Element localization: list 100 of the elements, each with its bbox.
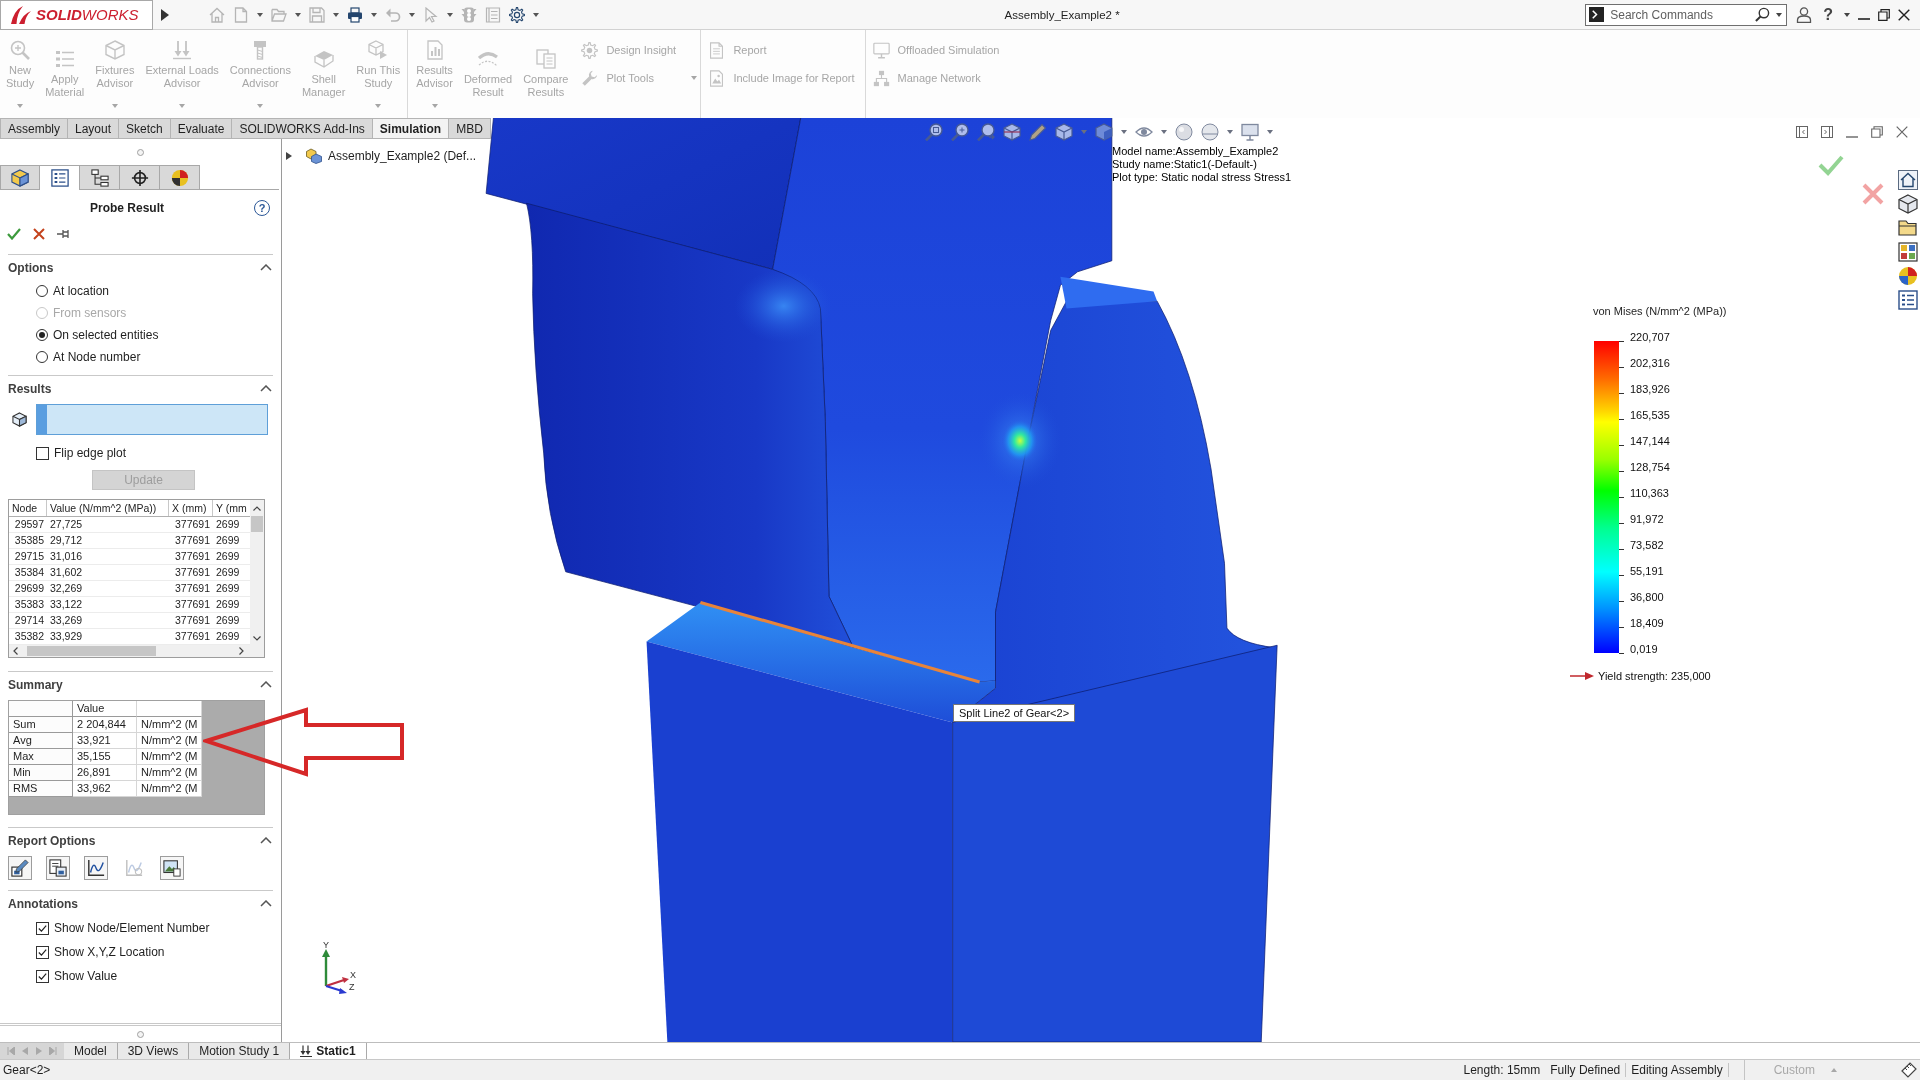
ruler-icon[interactable] [1901, 1062, 1917, 1078]
chevron-up-icon[interactable] [260, 837, 272, 844]
table-cell-text: 377691 [173, 549, 211, 564]
option-label[interactable]: At Node number [53, 350, 141, 364]
checkbox[interactable] [36, 945, 49, 959]
chevron-up-icon[interactable] [260, 264, 272, 271]
option-label[interactable]: At location [53, 284, 110, 298]
scrollbar-thumb[interactable] [27, 646, 156, 656]
expand-triangle-icon[interactable] [286, 152, 292, 160]
resize-handle[interactable] [137, 148, 144, 156]
grid-icon[interactable] [1898, 242, 1918, 262]
checkbox-label[interactable]: Show X,Y,Z Location [54, 945, 165, 959]
list-icon[interactable] [1898, 290, 1918, 310]
command-tab[interactable]: Assembly [0, 118, 68, 139]
chevron-right-icon[interactable] [239, 647, 244, 655]
horizontal-scrollbar[interactable] [9, 645, 264, 657]
search-icon[interactable] [1755, 7, 1771, 22]
command-tab[interactable]: Evaluate [170, 118, 233, 139]
chevron-up-icon[interactable] [260, 385, 272, 392]
checkmark-icon[interactable] [1818, 154, 1844, 176]
magnifier-icon[interactable] [925, 123, 943, 141]
sphere-icon[interactable] [1175, 123, 1193, 141]
push-pin-icon[interactable] [57, 229, 71, 239]
restore-icon[interactable] [1878, 8, 1890, 21]
close-icon[interactable] [1898, 8, 1910, 21]
panel-tab[interactable] [120, 165, 160, 189]
triangle-right-icon[interactable] [161, 8, 169, 21]
report-button[interactable] [84, 856, 108, 880]
monitor-icon[interactable] [1241, 123, 1259, 141]
app-logo[interactable]: SOLIDWORKS [0, 0, 153, 30]
caret-icon[interactable] [1844, 12, 1850, 17]
sphere-icon[interactable] [1201, 123, 1219, 141]
plot-info-text: Plot type: Static nodal stress Stress1 [1112, 171, 1292, 184]
sheet-tab[interactable]: 3D Views [117, 1043, 190, 1059]
chevron-up-icon[interactable] [260, 681, 272, 688]
command-tab[interactable]: Simulation [372, 118, 450, 139]
checkbox-label[interactable]: Show Node/Element Number [54, 921, 210, 935]
panel-tab[interactable] [0, 165, 40, 189]
chevron-up-icon[interactable] [253, 506, 261, 511]
panel-tab[interactable] [80, 165, 120, 189]
command-tab[interactable]: SOLIDWORKS Add-Ins [232, 118, 373, 139]
home-icon[interactable] [1898, 170, 1918, 190]
checkbox[interactable] [36, 446, 49, 460]
checkmark-icon[interactable] [7, 228, 21, 240]
chevron-down-icon[interactable] [253, 636, 261, 641]
checkbox[interactable] [36, 969, 49, 983]
option-label[interactable]: On selected entities [53, 328, 159, 342]
printer-icon[interactable] [347, 6, 363, 23]
command-tab[interactable]: Layout [68, 118, 120, 139]
cube-icon[interactable] [1898, 194, 1918, 214]
column-header[interactable]: X (mm) [169, 500, 213, 516]
column-header[interactable]: Value (N/mm^2 (MPa)) [47, 500, 169, 516]
panel-right-icon[interactable] [1821, 126, 1833, 138]
folder-icon[interactable] [1898, 218, 1918, 238]
caret-icon[interactable] [1161, 130, 1167, 134]
color-sphere-icon[interactable] [1898, 266, 1918, 286]
report-button[interactable] [46, 856, 70, 880]
user-icon[interactable] [1796, 6, 1813, 23]
chevron-left-icon[interactable] [13, 647, 18, 655]
cross-icon[interactable] [33, 228, 45, 240]
radio-button[interactable] [36, 329, 48, 341]
tree-item[interactable]: Assembly_Example2 (Def... [328, 149, 477, 163]
command-tab[interactable]: Sketch [119, 118, 171, 139]
panel-tab[interactable] [160, 165, 200, 189]
pencil-icon[interactable] [1029, 123, 1047, 141]
caret-icon[interactable] [1776, 12, 1783, 17]
radio-button[interactable] [36, 285, 48, 297]
magnifier-icon[interactable] [951, 123, 969, 141]
chevron-up-icon[interactable] [260, 900, 272, 907]
checkbox[interactable] [36, 921, 49, 935]
help-button[interactable]: ? [254, 200, 270, 216]
eye-icon[interactable] [1135, 126, 1153, 138]
checkbox-label[interactable]: Show Value [54, 969, 118, 983]
resize-handle[interactable] [137, 1030, 144, 1038]
shaded-cube-icon[interactable] [1095, 123, 1113, 141]
caret-icon[interactable] [533, 12, 539, 17]
caret-icon[interactable] [1121, 130, 1127, 134]
sheet-tab[interactable]: Model [64, 1043, 118, 1059]
help-button[interactable]: ? [1820, 5, 1836, 24]
vertical-scrollbar[interactable] [250, 500, 264, 645]
command-tab[interactable]: MBD [449, 118, 491, 139]
caret-icon[interactable] [1267, 130, 1273, 134]
search-field[interactable]: Search Commands [1585, 3, 1788, 26]
report-button[interactable] [8, 856, 32, 880]
panel-left-icon[interactable] [1796, 126, 1808, 138]
sheet-tab[interactable]: Motion Study 1 [189, 1043, 291, 1059]
settings-icon[interactable] [509, 6, 525, 23]
report-button[interactable] [160, 856, 184, 880]
scrollbar-thumb[interactable] [251, 516, 263, 532]
split-line[interactable] [699, 600, 981, 684]
minimize-icon[interactable] [1858, 17, 1870, 20]
radio-button[interactable] [36, 351, 48, 363]
caret-icon[interactable] [371, 12, 377, 17]
search-input[interactable]: Search Commands [1610, 7, 1750, 22]
column-header[interactable]: Y (mm [213, 500, 250, 516]
column-header[interactable]: Node [9, 500, 47, 516]
magnifier-arrow-icon[interactable] [977, 123, 995, 141]
caret-icon[interactable] [1227, 130, 1233, 134]
cube-icon [12, 412, 27, 427]
checkbox-label[interactable]: Flip edge plot [54, 446, 127, 460]
